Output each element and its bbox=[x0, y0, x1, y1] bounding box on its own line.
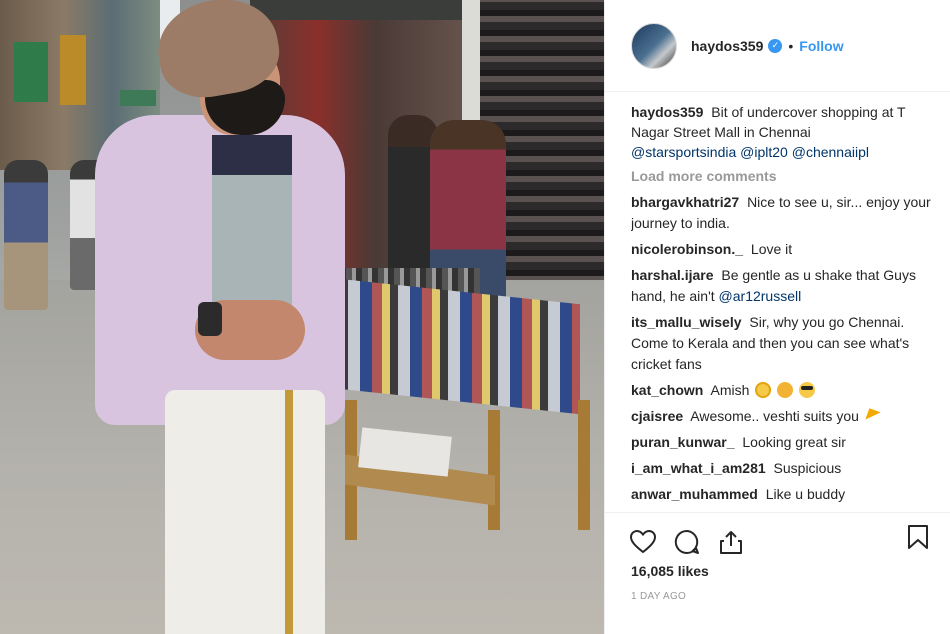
photo-sign bbox=[60, 35, 86, 105]
comment-username[interactable]: puran_kunwar_ bbox=[631, 434, 734, 450]
post-sidebar: haydos359 ✓ • Follow haydos359 Bit of un… bbox=[604, 0, 950, 634]
share-icon[interactable] bbox=[717, 528, 745, 556]
comment-username[interactable]: its_mallu_wisely bbox=[631, 314, 742, 330]
post-caption: haydos359 Bit of undercover shopping at … bbox=[631, 102, 942, 162]
load-more-comments-button[interactable]: Load more comments bbox=[631, 168, 942, 184]
comment-text: Looking great sir bbox=[742, 434, 846, 450]
post-timestamp[interactable]: 1 DAY AGO bbox=[605, 591, 950, 602]
comment: cjaisree Awesome.. veshti suits you bbox=[631, 406, 942, 427]
comment: its_mallu_wisely Sir, why you go Chennai… bbox=[631, 312, 942, 375]
caption-username[interactable]: haydos359 bbox=[631, 104, 703, 120]
photo-veshti-border bbox=[285, 390, 293, 634]
post-username[interactable]: haydos359 bbox=[691, 38, 763, 54]
comment-username[interactable]: cjaisree bbox=[631, 408, 683, 424]
comment-username[interactable]: nicolerobinson._ bbox=[631, 241, 743, 257]
caption-tag-chennaiipl[interactable]: @chennaiipl bbox=[792, 144, 869, 160]
comment: puran_kunwar_ Looking great sir bbox=[631, 432, 942, 453]
comment-mention[interactable]: @ar12russell bbox=[719, 288, 802, 304]
comment-text: Amish bbox=[710, 382, 750, 398]
photo-sign bbox=[14, 42, 48, 102]
comment-text: Suspicious bbox=[773, 460, 842, 476]
thinking-emoji-icon bbox=[777, 382, 794, 398]
comment-text: Love it bbox=[750, 241, 793, 257]
photo-watch bbox=[198, 302, 222, 336]
photo-table-leg bbox=[488, 410, 500, 530]
sunglasses-emoji-icon bbox=[799, 382, 816, 398]
party-popper-emoji-icon bbox=[865, 408, 881, 424]
blush-emoji-icon bbox=[755, 382, 772, 398]
action-icons bbox=[605, 513, 950, 561]
bookmark-icon[interactable] bbox=[904, 523, 932, 551]
verified-badge-icon: ✓ bbox=[768, 38, 783, 53]
like-count[interactable]: 16,085 likes bbox=[605, 563, 950, 579]
comment: nicolerobinson._ Love it bbox=[631, 239, 942, 260]
avatar[interactable] bbox=[631, 22, 677, 69]
comment-username[interactable]: anwar_muhammed bbox=[631, 486, 758, 502]
comments-list[interactable]: haydos359 Bit of undercover shopping at … bbox=[631, 98, 942, 508]
follow-button[interactable]: Follow bbox=[799, 38, 843, 54]
comment-username[interactable]: bhargavkhatri27 bbox=[631, 194, 739, 210]
comment-icon[interactable] bbox=[673, 528, 701, 556]
comment: i_am_what_i_am281 Suspicious bbox=[631, 458, 942, 479]
comment-text: Like u buddy bbox=[765, 486, 846, 502]
caption-tag-starsportsindia[interactable]: @starsportsindia bbox=[631, 144, 736, 160]
caption-tag-iplt20[interactable]: @iplt20 bbox=[740, 144, 788, 160]
comment: harshal.ijare Be gentle as u shake that … bbox=[631, 265, 942, 307]
photo-pedestrian bbox=[4, 160, 48, 310]
comment: kat_chown Amish bbox=[631, 380, 942, 401]
photo-veshti bbox=[165, 390, 325, 634]
heart-icon[interactable] bbox=[629, 528, 657, 556]
comment-username[interactable]: kat_chown bbox=[631, 382, 703, 398]
comment-username[interactable]: i_am_what_i_am281 bbox=[631, 460, 766, 476]
comment: anwar_muhammed Like u buddy bbox=[631, 484, 942, 505]
header-separator: • bbox=[788, 37, 794, 54]
comment-text: Awesome.. veshti suits you bbox=[690, 408, 859, 424]
post-header: haydos359 ✓ • Follow bbox=[605, 0, 950, 92]
comment-username[interactable]: harshal.ijare bbox=[631, 267, 714, 283]
comment: bhargavkhatri27 Nice to see u, sir... en… bbox=[631, 192, 942, 234]
photo-table-leg bbox=[578, 400, 590, 530]
post-photo[interactable] bbox=[0, 0, 604, 634]
photo-sign bbox=[120, 90, 156, 106]
post-actions: 16,085 likes 1 DAY AGO bbox=[605, 512, 950, 634]
